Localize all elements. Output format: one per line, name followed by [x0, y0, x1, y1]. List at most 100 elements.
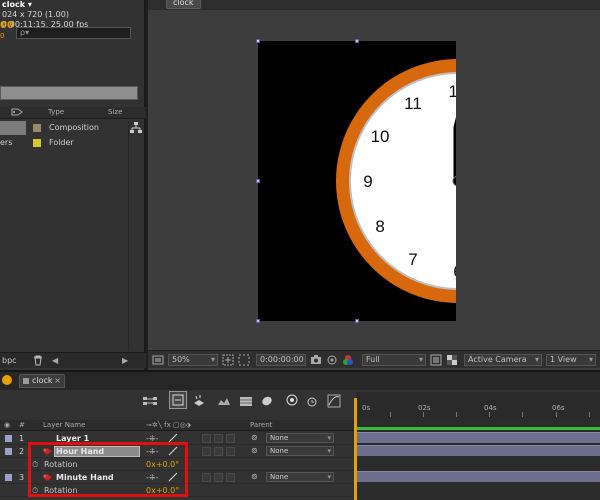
tab-clock-timeline[interactable]: clock ×: [19, 374, 65, 388]
switch-box[interactable]: [214, 447, 223, 456]
mask-visibility-icon[interactable]: [238, 354, 250, 366]
comp-mini-flowchart-icon[interactable]: [142, 393, 158, 409]
always-preview-icon[interactable]: [152, 354, 164, 366]
graph-editor-icon[interactable]: [326, 393, 342, 409]
motion-blur-icon[interactable]: [258, 393, 274, 409]
switch-box[interactable]: [202, 447, 211, 456]
timeline-menu-icon[interactable]: [2, 375, 12, 385]
num-column-header[interactable]: #: [19, 421, 25, 429]
switch-box[interactable]: [202, 434, 211, 443]
timeline-timecode-sub: 0: [0, 32, 5, 40]
layer-duration-bar[interactable]: [356, 432, 600, 443]
time-ruler[interactable]: 0s 02s 04s 06s: [356, 392, 600, 418]
timeline-tabbar: clock ×: [0, 372, 600, 390]
camera-select[interactable]: Active Camera ▾: [464, 354, 542, 366]
video-switch-icon[interactable]: ◉: [4, 421, 10, 429]
auto-keyframe-icon[interactable]: [304, 393, 320, 409]
switch-box[interactable]: [226, 473, 235, 482]
current-time-indicator[interactable]: [354, 398, 357, 500]
clock-numeral: 8: [375, 217, 384, 236]
label-color-swatch[interactable]: [33, 139, 41, 147]
trash-icon[interactable]: [33, 355, 43, 368]
viewer-tabbar: clock: [148, 0, 600, 10]
zoom-select[interactable]: 50% ▾: [168, 354, 218, 366]
switch-box[interactable]: [214, 434, 223, 443]
parent-column-header[interactable]: Parent: [250, 421, 272, 429]
label-color-swatch[interactable]: [33, 124, 41, 132]
switch-box[interactable]: [202, 473, 211, 482]
snapshot-icon[interactable]: [310, 354, 322, 366]
scroll-right-icon[interactable]: ▶: [122, 356, 128, 365]
type-column-header[interactable]: Type: [48, 108, 64, 116]
bpc-label[interactable]: bpc: [2, 356, 17, 365]
color-channels-icon[interactable]: [342, 354, 354, 366]
layer-search-input[interactable]: ρ▾: [16, 27, 131, 39]
composition-icon: [23, 378, 29, 384]
transform-handle[interactable]: [256, 179, 260, 183]
ruler-label: 0s: [362, 404, 371, 412]
hide-shy-layers-icon[interactable]: [216, 393, 232, 409]
timeline-timecode[interactable]: 00: [0, 20, 14, 31]
label-color-swatch[interactable]: [5, 435, 12, 442]
switch-box[interactable]: [226, 434, 235, 443]
chevron-down-icon: ▾: [534, 355, 539, 364]
close-icon[interactable]: ×: [54, 375, 61, 387]
transparency-grid-icon[interactable]: [446, 354, 458, 366]
switches-column-header[interactable]: ⊸✲╲ fx ▢◎⬗: [146, 421, 191, 429]
transform-handle[interactable]: [355, 39, 359, 43]
transform-handle[interactable]: [256, 39, 260, 43]
layer-column-header: ◉ # Layer Name ⊸✲╲ fx ▢◎⬗ Parent: [0, 420, 355, 431]
view-layout-select[interactable]: 1 View ▾: [546, 354, 596, 366]
composition-canvas[interactable]: 121234567891011: [256, 39, 580, 323]
pickwhip-icon[interactable]: ⊚: [251, 446, 258, 455]
transform-handle[interactable]: [355, 319, 359, 323]
tab-clock[interactable]: clock: [166, 0, 201, 9]
layer-duration-bar[interactable]: [356, 445, 600, 456]
current-time-field[interactable]: 0:00:00:00: [256, 354, 306, 366]
layer-number: 2: [19, 447, 25, 456]
layer-name-column-header[interactable]: Layer Name: [43, 421, 85, 429]
pickwhip-icon[interactable]: ⊚: [251, 433, 258, 442]
safe-margins-icon[interactable]: [222, 354, 234, 366]
live-update-icon[interactable]: [169, 391, 187, 409]
chevron-down-icon: ▾: [327, 473, 331, 481]
label-color-swatch[interactable]: [5, 448, 12, 455]
composition-viewer: clock 121234567891011 50%▾ 0:00:00:00: [148, 0, 600, 370]
project-item-folder[interactable]: ers Folder: [0, 136, 146, 150]
ruler-tick: [423, 412, 424, 417]
resolution-value: Full: [366, 355, 380, 364]
flowchart-icon[interactable]: [130, 122, 142, 136]
ruler-label: 04s: [484, 404, 497, 412]
frame-blending-icon[interactable]: [238, 393, 254, 409]
size-column-header[interactable]: Size: [108, 108, 122, 116]
layer-duration-bar[interactable]: [356, 471, 600, 482]
resolution-select[interactable]: Full ▾: [362, 354, 426, 366]
brainstorm-icon[interactable]: [284, 393, 300, 409]
pickwhip-icon[interactable]: ⊚: [251, 472, 258, 481]
switch-box[interactable]: [214, 473, 223, 482]
chevron-down-icon: ▾: [327, 434, 331, 442]
region-of-interest-icon[interactable]: [430, 354, 442, 366]
parent-value: None: [270, 447, 289, 455]
label-column-icon[interactable]: [10, 107, 24, 119]
show-snapshot-icon[interactable]: [326, 354, 338, 366]
scroll-left-icon[interactable]: ◀: [52, 356, 58, 365]
comp-name[interactable]: clock ▾: [2, 0, 32, 9]
selection-highlight: [0, 121, 26, 135]
clock-numeral: 7: [408, 250, 417, 269]
transform-handle[interactable]: [256, 319, 260, 323]
project-item-composition[interactable]: Composition: [0, 121, 146, 135]
search-icon: ρ▾: [20, 28, 30, 37]
comp-info: clock ▾ 024 x 720 (1.00) 0:00:11:15, 25.…: [2, 0, 88, 30]
label-color-swatch[interactable]: [5, 474, 12, 481]
ruler-tick: [556, 412, 557, 417]
parent-select[interactable]: None ▾: [266, 433, 334, 443]
parent-select[interactable]: None ▾: [266, 446, 334, 456]
switch-box[interactable]: [226, 447, 235, 456]
work-area-bar[interactable]: [356, 427, 600, 430]
draft-3d-icon[interactable]: [191, 393, 207, 409]
parent-select[interactable]: None ▾: [266, 472, 334, 482]
highlight-annotation: [28, 442, 188, 497]
project-search-input[interactable]: [0, 86, 138, 100]
view-layout-value: 1 View: [550, 355, 577, 364]
